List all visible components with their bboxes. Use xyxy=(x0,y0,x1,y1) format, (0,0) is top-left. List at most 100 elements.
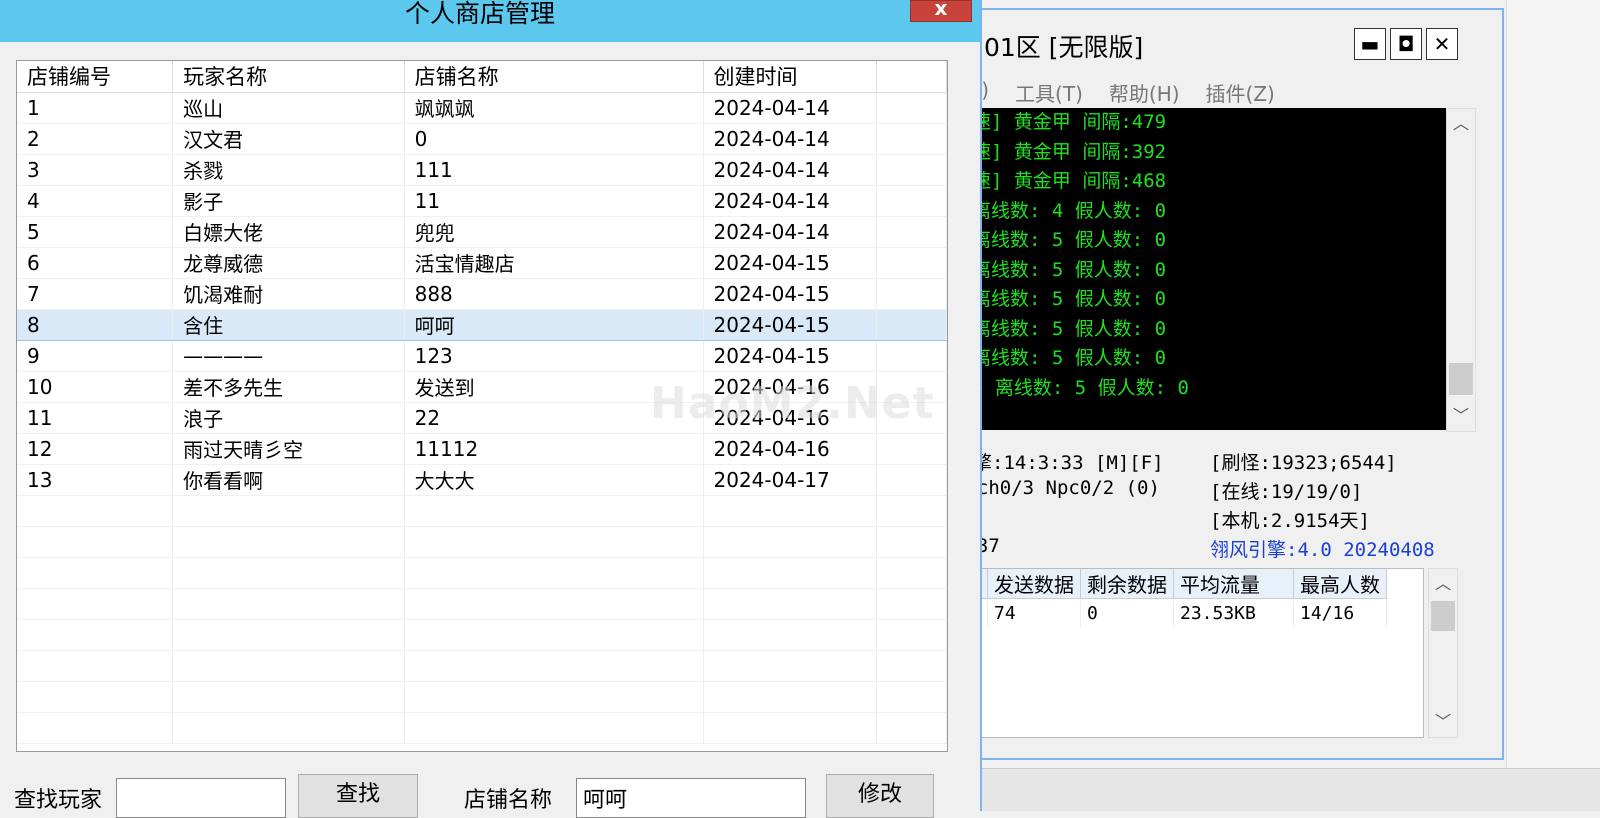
grid-header[interactable]: 平均流量 xyxy=(1173,569,1294,599)
table-row[interactable]: 8 含住 呵呵 2024-04-15 xyxy=(17,308,947,341)
cell-filler xyxy=(876,278,947,310)
table-row[interactable]: 12 雨过天晴彡空 11112 2024-04-16 xyxy=(17,433,947,465)
cell-player-name: 杀戮 xyxy=(172,154,405,186)
cell-shop-id xyxy=(17,712,174,744)
shop-name-label: 店铺名称 xyxy=(464,788,553,813)
watermark-text: HaoM2.Net xyxy=(650,378,935,429)
cell-shop-id xyxy=(17,619,174,651)
cell-created-time xyxy=(703,619,878,651)
cell-created-time: 2024-04-14 xyxy=(703,92,878,124)
empty-row xyxy=(17,619,947,651)
cell-created-time: 2024-04-14 xyxy=(703,154,878,186)
cell-filler xyxy=(876,464,947,496)
cell-shop-name xyxy=(404,681,704,713)
table-row[interactable]: 1 巡山 飒飒飒 2024-04-14 xyxy=(17,92,947,124)
cell-filler xyxy=(876,154,947,186)
scroll-up-icon[interactable]: ︿ xyxy=(1429,569,1457,599)
shop-manager-dialog[interactable]: 个人商店管理 x 店铺编号 玩家名称 店铺名称 创建时间 1 巡山 飒飒飒 2024-… xyxy=(0,0,982,818)
scroll-up-icon[interactable]: ︿ xyxy=(1447,109,1475,139)
menu-item-plugins[interactable]: 插件(Z) xyxy=(1206,78,1275,107)
cell-shop-name xyxy=(404,588,704,620)
cell-created-time xyxy=(703,650,878,682)
shop-name-input[interactable] xyxy=(576,778,806,818)
engine-version: 翎风引擎:4.0 20240408 xyxy=(1210,539,1435,561)
cell-shop-id: 12 xyxy=(17,433,174,465)
grid-cell: 23.53KB xyxy=(1173,598,1294,628)
maximize-button[interactable]: ◘ xyxy=(1390,28,1422,60)
local-uptime: [本机:2.9154天] xyxy=(1210,510,1370,532)
grid-header[interactable]: 发送数据 xyxy=(987,569,1081,599)
dialog-close-button[interactable]: x xyxy=(910,0,972,22)
cell-shop-name: 123 xyxy=(404,340,704,372)
cell-created-time: 2024-04-14 xyxy=(703,123,878,155)
close-icon: x xyxy=(934,0,948,20)
console-line: 速] 黄金甲 间隔:479 xyxy=(972,111,1167,133)
engine-time: 引擎:14:3:33 [M][F] xyxy=(954,452,1164,474)
cell-shop-name: 11 xyxy=(404,185,704,217)
server-menu-bar: M) 工具(T) 帮助(H) 插件(Z) xyxy=(964,78,1275,107)
menu-item-tools[interactable]: 工具(T) xyxy=(1015,78,1083,107)
dialog-titlebar[interactable]: 个人商店管理 x xyxy=(0,0,980,42)
cell-shop-name: 11112 xyxy=(404,433,704,465)
cell-shop-name xyxy=(404,650,704,682)
console-line: 离线数: 5 假人数: 0 xyxy=(972,288,1167,310)
grid-scrollbar[interactable]: ︿ ﹀ xyxy=(1428,568,1458,738)
cell-player-name: 影子 xyxy=(172,185,405,217)
empty-row xyxy=(17,526,947,558)
table-row[interactable]: 7 饥渴难耐 888 2024-04-15 xyxy=(17,278,947,310)
cell-shop-id: 3 xyxy=(17,154,174,186)
search-player-input[interactable] xyxy=(116,778,286,818)
console-line: 速] 黄金甲 间隔:392 xyxy=(972,140,1167,163)
close-button[interactable]: ✕ xyxy=(1426,28,1458,60)
column-header-shop-name[interactable]: 店铺名称 xyxy=(404,61,704,93)
cell-shop-name xyxy=(404,557,704,589)
scroll-thumb[interactable] xyxy=(1449,363,1473,395)
table-row[interactable]: 6 龙尊威德 活宝情趣店 2024-04-15 xyxy=(17,247,947,279)
console-line: 9 离线数: 5 假人数: 0 xyxy=(972,376,1189,399)
server-window[interactable]: 01区 [无限版] ▬ ◘ ✕ M) 工具(T) 帮助(H) 插件(Z) 速] … xyxy=(952,8,1504,760)
column-header-player-name[interactable]: 玩家名称 xyxy=(172,61,405,93)
grid-header[interactable]: 最高人数 xyxy=(1293,569,1387,599)
table-row[interactable]: 3 杀戮 111 2024-04-14 xyxy=(17,154,947,186)
scroll-thumb[interactable] xyxy=(1431,601,1455,631)
table-row[interactable]: 9 ———— 123 2024-04-15 xyxy=(17,340,947,372)
cell-filler xyxy=(876,340,947,372)
cell-shop-name: 飒飒飒 xyxy=(404,92,704,124)
cell-created-time xyxy=(703,588,878,620)
cell-created-time: 2024-04-17 xyxy=(703,464,878,496)
traffic-grid: 据 发送数据 剩余数据 平均流量 最高人数 74 0 23.53KB 14/16 xyxy=(954,568,1424,738)
cell-player-name xyxy=(172,588,405,620)
cell-player-name: 差不多先生 xyxy=(172,371,405,403)
cell-player-name xyxy=(172,557,405,589)
cell-created-time xyxy=(703,557,878,589)
column-header-created-time[interactable]: 创建时间 xyxy=(703,61,878,93)
cell-filler xyxy=(876,712,947,744)
cell-player-name: ———— xyxy=(172,340,405,372)
table-row[interactable]: 74 0 23.53KB 14/16 xyxy=(955,598,1387,628)
cell-shop-name xyxy=(404,712,704,744)
cell-filler xyxy=(876,650,947,682)
cell-player-name xyxy=(172,650,405,682)
taskbar-strip xyxy=(952,768,1600,811)
search-button[interactable]: 查找 xyxy=(298,774,418,818)
cell-shop-id: 10 xyxy=(17,371,174,403)
cell-shop-name xyxy=(404,526,704,558)
table-row[interactable]: 13 你看看啊 大大大 2024-04-17 xyxy=(17,464,947,496)
modify-button[interactable]: 修改 xyxy=(826,774,934,818)
table-row[interactable]: 5 白嫖大佬 兜兜 2024-04-14 xyxy=(17,216,947,248)
column-header-shop-id[interactable]: 店铺编号 xyxy=(17,61,174,93)
cell-created-time xyxy=(703,495,878,527)
cell-shop-name: 0 xyxy=(404,123,704,155)
menu-item-help[interactable]: 帮助(H) xyxy=(1109,78,1180,107)
table-row[interactable]: 4 影子 11 2024-04-14 xyxy=(17,185,947,217)
grid-header[interactable]: 剩余数据 xyxy=(1080,569,1174,599)
cell-filler xyxy=(876,247,947,279)
scroll-down-icon[interactable]: ﹀ xyxy=(1447,401,1475,431)
table-row[interactable]: 2 汉文君 0 2024-04-14 xyxy=(17,123,947,155)
minimize-button[interactable]: ▬ xyxy=(1354,28,1386,60)
cell-player-name xyxy=(172,712,405,744)
cell-player-name: 你看看啊 xyxy=(172,464,405,496)
scroll-down-icon[interactable]: ﹀ xyxy=(1429,707,1457,737)
empty-row xyxy=(17,588,947,620)
console-scrollbar[interactable]: ︿ ﹀ xyxy=(1446,108,1476,432)
